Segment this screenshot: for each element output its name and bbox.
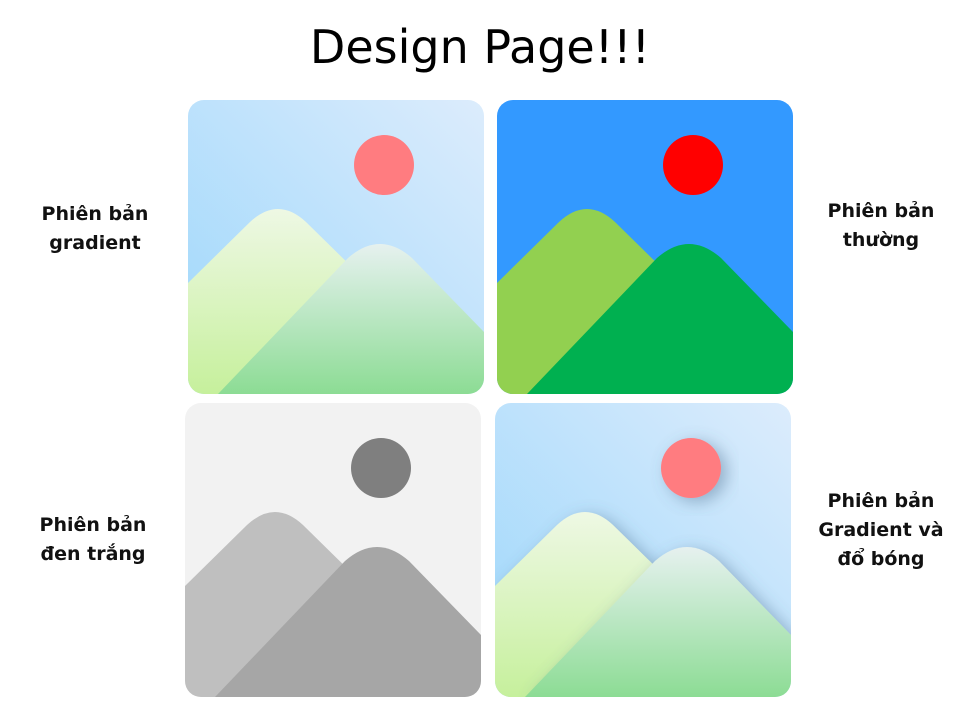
label-grayscale: Phiên bản đen trắng bbox=[13, 511, 173, 569]
label-normal: Phiên bản thường bbox=[801, 197, 960, 255]
sun-shape bbox=[661, 438, 721, 498]
label-gradient: Phiên bản gradient bbox=[15, 200, 175, 258]
label-normal-line-1: Phiên bản bbox=[827, 200, 935, 222]
label-normal-line-2: thường bbox=[842, 229, 920, 251]
image-icon-gradient-shadow-svg bbox=[495, 403, 791, 697]
label-gradient-line-1: Phiên bản bbox=[41, 203, 149, 225]
sun-shape bbox=[354, 135, 414, 195]
image-icon-normal-svg bbox=[497, 100, 793, 394]
sun-shape bbox=[663, 135, 723, 195]
label-grayscale-line-1: Phiên bản bbox=[39, 514, 147, 536]
sun-shape bbox=[351, 438, 411, 498]
image-icon-grayscale bbox=[185, 403, 481, 697]
image-icon-normal bbox=[497, 100, 793, 394]
label-gradient-shadow-line-3: đổ bóng bbox=[837, 548, 925, 570]
label-gradient-shadow-line-2: Gradient và bbox=[818, 519, 944, 541]
label-gradient-shadow: Phiên bản Gradient và đổ bóng bbox=[801, 487, 960, 574]
label-gradient-shadow-line-1: Phiên bản bbox=[827, 490, 935, 512]
image-icon-gradient-shadow bbox=[495, 403, 791, 697]
image-icon-gradient-svg bbox=[188, 100, 484, 394]
label-grayscale-line-2: đen trắng bbox=[40, 543, 146, 565]
page-title: Design Page!!! bbox=[309, 20, 651, 74]
image-icon-grayscale-svg bbox=[185, 403, 481, 697]
image-icon-gradient bbox=[188, 100, 484, 394]
label-gradient-line-2: gradient bbox=[49, 232, 141, 254]
